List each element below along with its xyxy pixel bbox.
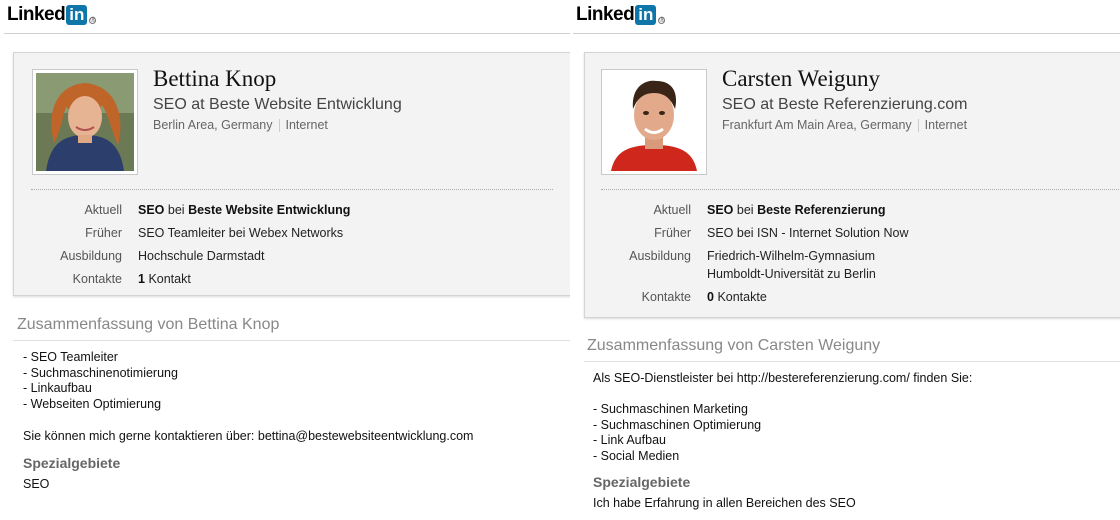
specialties-text: Ich habe Erfahrung in allen Bereichen de… [593,496,856,510]
current-company-link[interactable]: Beste Website Entwicklung [188,203,350,217]
current-at: bei [736,203,754,217]
row-past: Früher SEO Teamleiter bei Webex Networks [18,225,343,241]
education-link[interactable]: Hochschule Darmstadt [138,248,264,264]
contacts-word: Kontakte [717,290,767,304]
specialties-title: Spezialgebiete [593,474,691,490]
row-label: Aktuell [653,203,691,217]
profile-photo[interactable] [601,69,707,175]
avatar [36,73,134,171]
summary-line: - SEO Teamleiter [23,350,118,364]
row-current: Aktuell SEO bei Beste Website Entwicklun… [18,202,350,218]
row-value: SEO Teamleiter bei Webex Networks [138,226,344,240]
current-company-link[interactable]: Beste Referenzierung [757,203,886,217]
row-education: Ausbildung Friedrich-Wilhelm-Gymnasium H… [587,248,876,282]
specialties-text: SEO [23,477,50,491]
profile-panel-carsten: Linked in ® Carsten Weiguny SEO at Beste… [570,0,1120,520]
row-label: Aktuell [84,203,122,217]
row-value: 1 Kontakt [138,271,191,287]
current-at: bei [167,203,185,217]
profile-headline: SEO at Beste Referenzierung.com [722,96,968,113]
row-education: Ausbildung Hochschule Darmstadt [18,248,264,264]
location-text: Berlin Area, Germany [153,118,273,132]
profile-photo[interactable] [32,69,138,175]
summary-title: Zusammenfassung von Carsten Weiguny [587,337,881,354]
row-contacts: Kontakte 0 Kontakte [587,289,767,305]
row-past: Früher SEO bei ISN - Internet Solution N… [587,225,908,241]
row-label: Ausbildung [629,249,691,263]
row-value: SEO bei ISN - Internet Solution Now [707,226,909,240]
separator [278,119,280,133]
summary-line: - Suchmaschinen Marketing [593,402,748,416]
avatar [605,73,703,171]
row-current: Aktuell SEO bei Beste Referenzierung [587,202,886,218]
registered-icon: ® [89,16,97,24]
dotted-divider [601,189,1120,190]
summary-line: - Social Medien [593,448,680,463]
row-label: Früher [654,226,691,240]
summary-line: - Link Aufbau [593,433,666,448]
logo-in-box: in [66,5,88,25]
linkedin-logo[interactable]: Linked in ® [7,4,97,26]
location-text: Frankfurt Am Main Area, Germany [722,118,912,132]
contacts-count: 1 [138,272,145,286]
summary-divider [13,340,570,341]
summary-line: - Suchmaschinenotimierung [23,365,178,380]
profile-card: Carsten Weiguny SEO at Beste Referenzier… [584,52,1120,318]
profile-headline: SEO at Beste Website Entwicklung [153,96,402,113]
linkedin-logo[interactable]: Linked in ® [576,4,666,26]
education-link[interactable]: Friedrich-Wilhelm-Gymnasium [707,248,876,264]
contacts-word: Kontakt [148,272,191,286]
education-link[interactable]: Humboldt-Universität zu Berlin [707,266,876,282]
row-value: SEO bei Beste Referenzierung [707,202,886,218]
header-divider [4,33,570,34]
row-value: 0 Kontakte [707,289,767,305]
logo-text: Linked [576,4,635,25]
industry-text[interactable]: Internet [286,118,328,132]
profile-name: Bettina Knop [153,66,277,91]
logo-text: Linked [7,4,66,25]
dotted-divider [31,189,553,190]
summary-line: - Webseiten Optimierung [23,396,162,411]
row-value: Friedrich-Wilhelm-Gymnasium Humboldt-Uni… [707,248,876,282]
summary-intro: Als SEO-Dienstleister bei http://bestere… [593,371,973,385]
separator [917,119,919,133]
current-role: SEO [707,203,734,217]
summary-contact: Sie können mich gerne kontaktieren über:… [23,429,474,443]
row-label: Früher [85,226,122,240]
summary-divider [584,361,1120,362]
header-divider [573,33,1120,34]
registered-icon: ® [658,16,666,24]
current-role: SEO [138,203,165,217]
summary-line: - Linkaufbau [23,381,92,396]
profile-location: Frankfurt Am Main Area, Germany Internet [722,118,967,133]
profile-name: Carsten Weiguny [722,66,881,91]
summary-list: - SEO Teamleiter - Suchmaschinenotimieru… [23,350,178,412]
contacts-count: 0 [707,290,714,304]
row-value: SEO bei Beste Website Entwicklung [138,202,350,218]
specialties-title: Spezialgebiete [23,455,121,471]
profile-panel-bettina: Linked in ® Bettina Knop SEO at Beste We… [0,0,570,520]
row-contacts: Kontakte 1 Kontakt [18,271,191,287]
logo-in-box: in [635,5,657,25]
summary-list: - Suchmaschinen Marketing - Suchmaschine… [593,402,761,464]
summary-title: Zusammenfassung von Bettina Knop [17,316,280,333]
summary-line: - Suchmaschinen Optimierung [593,417,762,432]
profile-card: Bettina Knop SEO at Beste Website Entwic… [13,52,570,296]
row-label: Kontakte [72,272,122,286]
profile-location: Berlin Area, Germany Internet [153,118,328,133]
industry-text[interactable]: Internet [925,118,967,132]
row-label: Ausbildung [60,249,122,263]
row-label: Kontakte [641,290,691,304]
